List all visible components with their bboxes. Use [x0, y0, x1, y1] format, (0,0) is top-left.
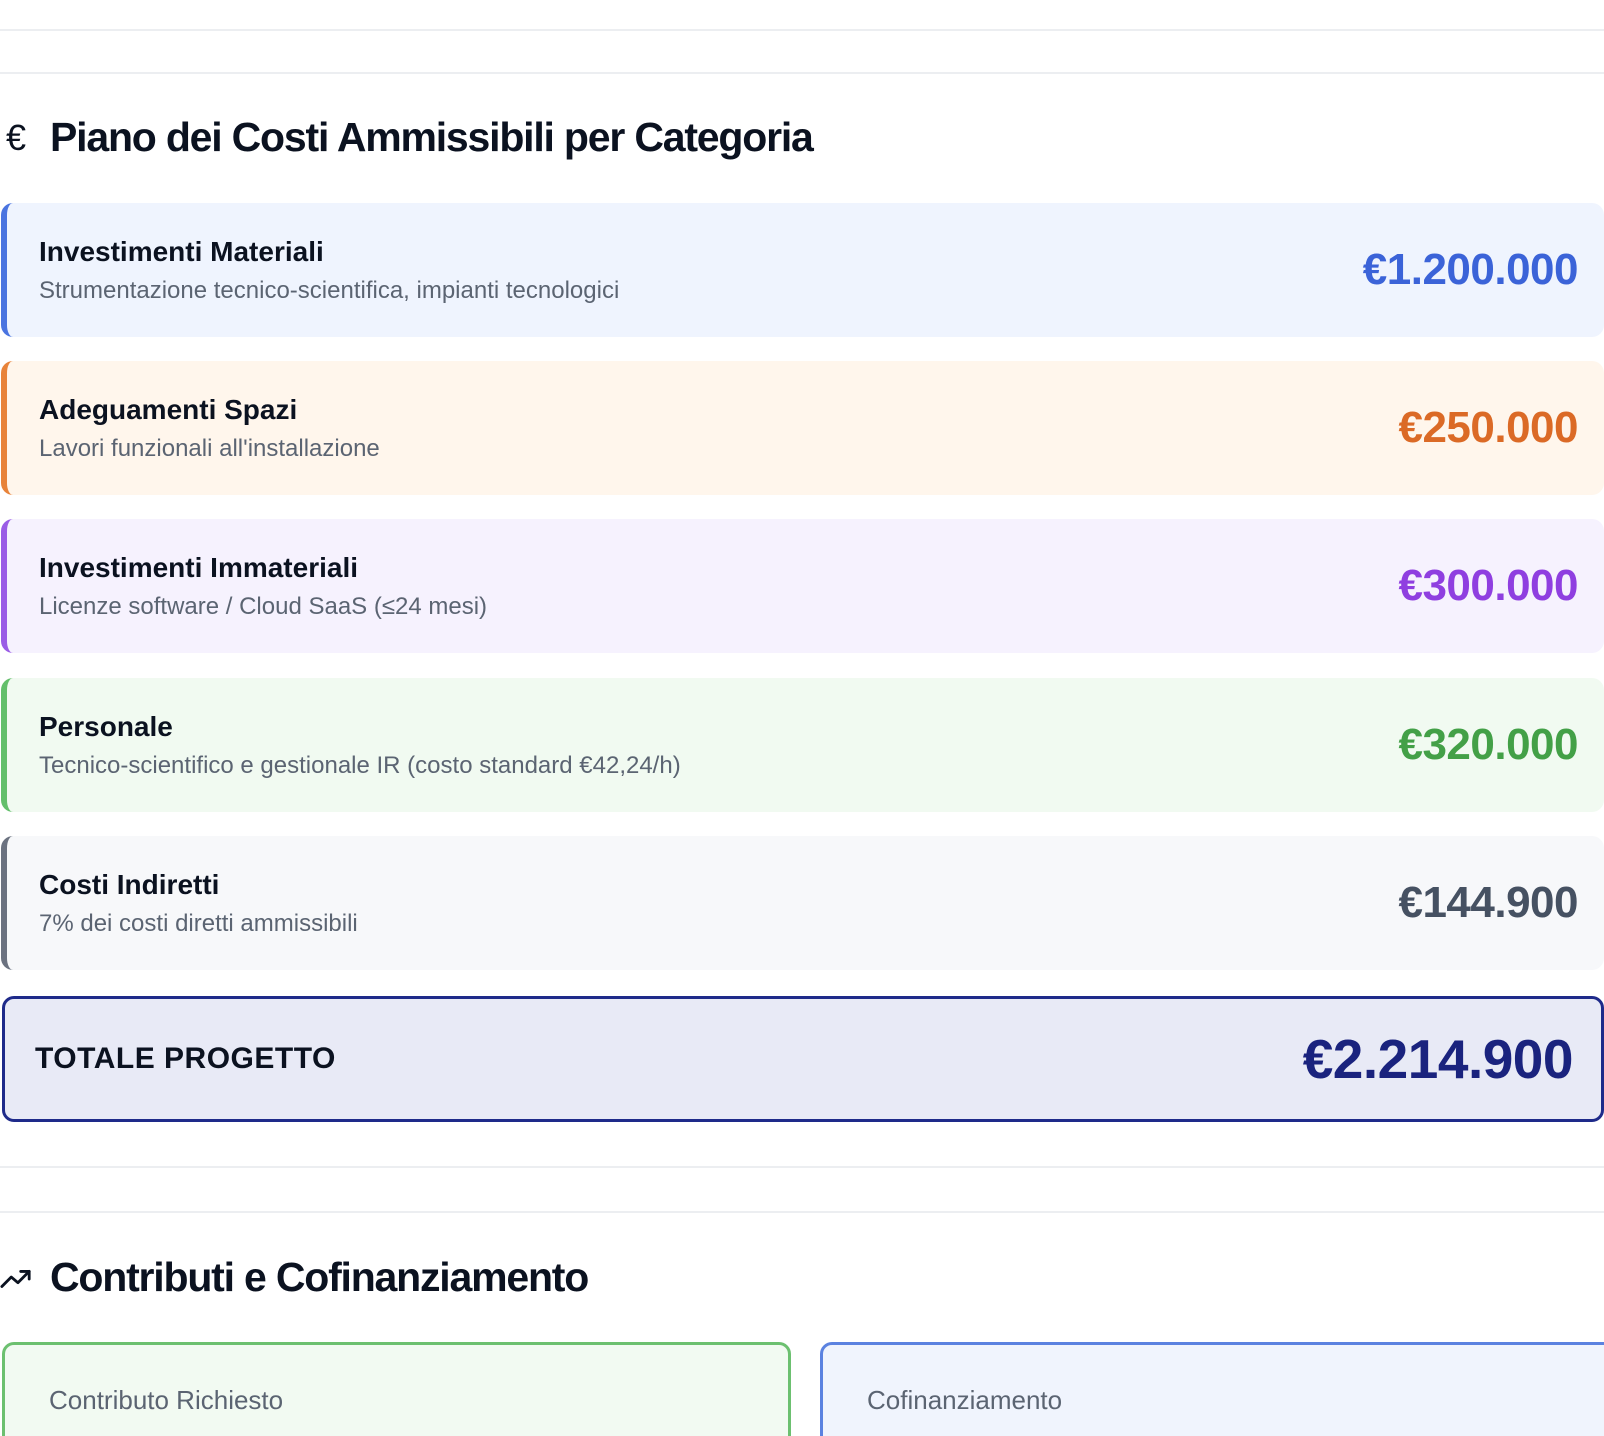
cost-item-investimenti-immateriali: Investimenti Immateriali Licenze softwar…	[1, 519, 1604, 653]
cost-item-name: Personale	[39, 710, 173, 742]
cost-item-description: Lavori funzionali all'installazione	[39, 434, 380, 462]
total-label: TOTALE PROGETTO	[35, 1042, 336, 1075]
divider	[0, 72, 1604, 74]
fund-card-label: Cofinanziamento	[867, 1385, 1063, 1415]
cost-item-name: Investimenti Materiali	[39, 235, 324, 267]
cost-item-costi-indiretti: Costi Indiretti 7% dei costi diretti amm…	[1, 836, 1604, 970]
cost-item-adeguamenti-spazi: Adeguamenti Spazi Lavori funzionali all'…	[1, 361, 1604, 495]
cost-item-name: Adeguamenti Spazi	[39, 393, 298, 425]
cost-item-amount: €320.000	[1398, 720, 1578, 769]
costs-title-text: Piano dei Costi Ammissibili per Categori…	[50, 114, 814, 160]
page: € Piano dei Costi Ammissibili per Catego…	[0, 0, 1604, 1436]
cost-item-description: Tecnico-scientifico e gestionale IR (cos…	[39, 751, 681, 779]
euro-icon: €	[5, 116, 27, 158]
fund-card-label: Contributo Richiesto	[49, 1385, 284, 1415]
costs-section-title: € Piano dei Costi Ammissibili per Catego…	[0, 114, 814, 161]
cost-item-description: Strumentazione tecnico-scientifica, impi…	[39, 276, 620, 304]
cost-item-description: 7% dei costi diretti ammissibili	[39, 909, 358, 937]
total-amount: €2.214.900	[1302, 1028, 1574, 1090]
cost-item-description: Licenze software / Cloud SaaS (≤24 mesi)	[39, 592, 488, 620]
cost-item-amount: €300.000	[1398, 561, 1578, 610]
divider	[0, 1166, 1604, 1168]
cost-item-amount: €1.200.000	[1362, 245, 1579, 294]
cost-item-amount: €250.000	[1398, 403, 1578, 452]
contributions-section-title: Contributi e Cofinanziamento	[0, 1254, 589, 1301]
cost-item-name: Investimenti Immateriali	[39, 551, 359, 583]
cost-item-name: Costi Indiretti	[39, 868, 220, 900]
cofinanziamento-card: Cofinanziamento	[820, 1342, 1604, 1436]
total-project-card: TOTALE PROGETTO €2.214.900	[2, 996, 1604, 1122]
contributo-richiesto-card: Contributo Richiesto	[2, 1342, 791, 1436]
trending-up-icon	[0, 1266, 32, 1290]
contributions-title-text: Contributi e Cofinanziamento	[50, 1254, 589, 1300]
divider	[0, 29, 1604, 31]
divider	[0, 1211, 1604, 1213]
cost-item-amount: €144.900	[1398, 878, 1578, 927]
cost-item-personale: Personale Tecnico-scientifico e gestiona…	[1, 678, 1604, 812]
cost-item-investimenti-materiali: Investimenti Materiali Strumentazione te…	[1, 203, 1604, 337]
